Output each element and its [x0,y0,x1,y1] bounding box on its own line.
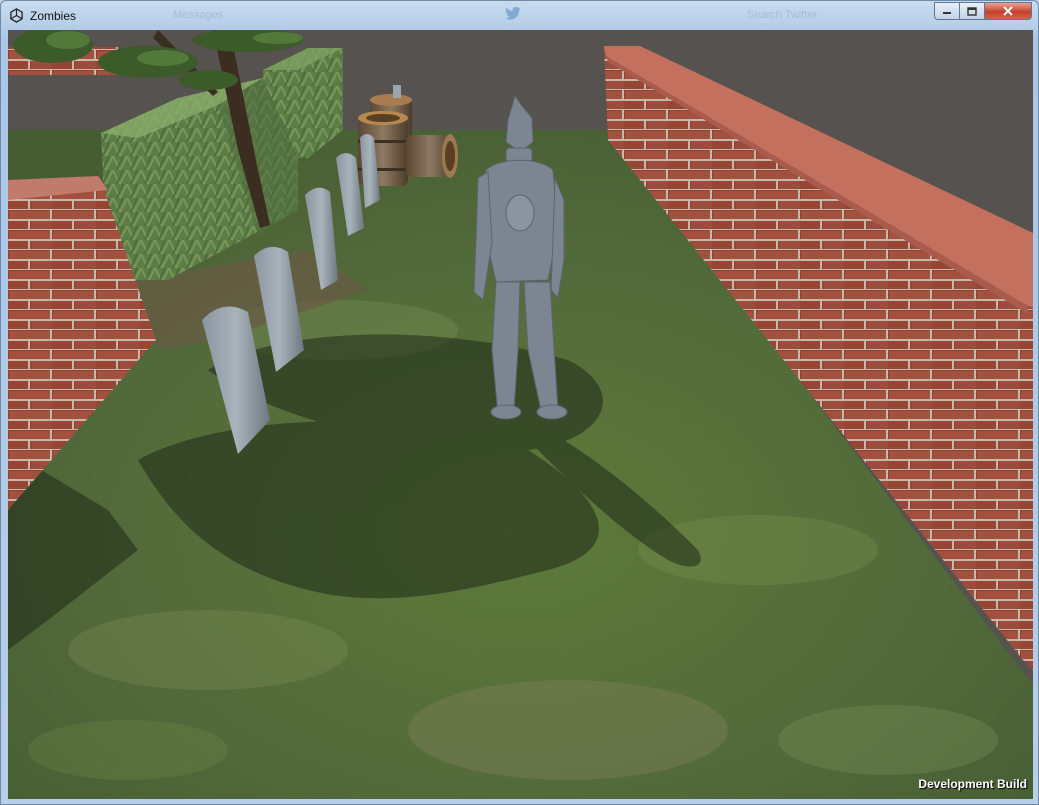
app-window: Zombies Messages Search Twitter Developm… [0,0,1039,805]
window-controls [934,2,1032,21]
maximize-icon [967,6,977,16]
ghost-text-search: Search Twitter [747,9,818,21]
game-scene [8,30,1033,799]
development-build-label: Development Build [918,777,1027,791]
window-title: Zombies [30,9,77,23]
bird-icon [505,7,521,20]
close-button[interactable] [985,2,1032,20]
minimize-button[interactable] [934,2,960,20]
ghost-text-messages: Messages [173,9,224,21]
maximize-button[interactable] [960,2,985,20]
minimize-icon [943,12,951,14]
unity-logo-icon [10,8,23,23]
small-object [393,85,401,98]
title-bar[interactable]: Zombies Messages Search Twitter [1,1,1038,30]
close-icon [1003,6,1013,16]
barrel [406,134,458,178]
game-viewport[interactable]: Development Build [8,30,1033,799]
